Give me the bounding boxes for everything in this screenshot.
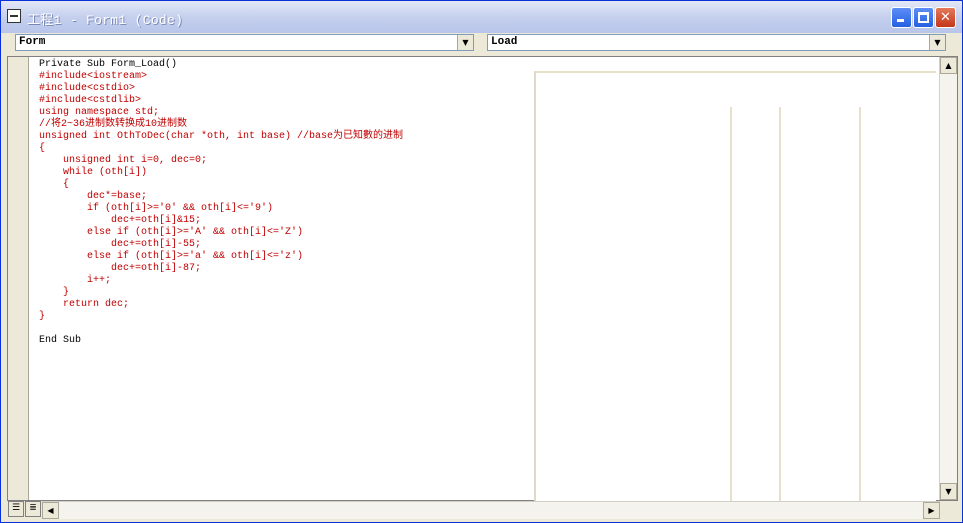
minimize-button[interactable] [891, 7, 912, 28]
code-line[interactable]: while (oth[i]) [39, 167, 403, 179]
code-line[interactable]: return dec; [39, 299, 403, 311]
scroll-right-button[interactable]: ▶ [923, 502, 940, 519]
ghost-artifact [730, 107, 736, 501]
code-line[interactable]: #include<iostream> [39, 71, 403, 83]
code-line[interactable]: } [39, 311, 403, 323]
procedure-combo[interactable]: Load ▼ [487, 34, 946, 51]
maximize-button[interactable] [913, 7, 934, 28]
code-line[interactable]: else if (oth[i]>='A' && oth[i]<='Z') [39, 227, 403, 239]
object-combo[interactable]: Form ▼ [15, 34, 474, 51]
margin-indicator-bar[interactable] [8, 57, 29, 500]
scroll-up-button[interactable]: ▲ [940, 57, 957, 74]
code-line[interactable]: { [39, 143, 403, 155]
chevron-down-icon[interactable]: ▼ [457, 35, 473, 50]
procedure-combo-value: Load [491, 36, 518, 48]
code-editor[interactable]: Private Sub Form_Load() #include<iostream… [7, 56, 958, 503]
code-line[interactable] [39, 323, 403, 335]
ghost-artifact [779, 107, 785, 501]
code-line[interactable]: i++; [39, 275, 403, 287]
code-window: 工程1 - Form1 (Code) ✕ Form ▼ Load ▼ Priva… [0, 0, 963, 523]
object-combo-value: Form [19, 36, 46, 48]
title-bar[interactable]: 工程1 - Form1 (Code) ✕ [1, 1, 962, 33]
scroll-left-button[interactable]: ◀ [42, 502, 59, 519]
chevron-down-icon[interactable]: ▼ [929, 35, 945, 50]
code-line[interactable]: dec+=oth[i]-87; [39, 263, 403, 275]
code-window-icon [7, 9, 21, 23]
code-line[interactable]: dec+=oth[i]&15; [39, 215, 403, 227]
code-line[interactable]: Private Sub Form_Load() [39, 59, 403, 71]
code-line[interactable]: unsigned int OthToDec(char *oth, int bas… [39, 131, 403, 143]
code-line[interactable]: End Sub [39, 335, 403, 347]
code-line[interactable]: } [39, 287, 403, 299]
horizontal-scrollbar[interactable]: ◀ ▶ [42, 501, 940, 519]
close-button[interactable]: ✕ [935, 7, 956, 28]
code-line[interactable]: #include<cstdlib> [39, 95, 403, 107]
code-line[interactable]: if (oth[i]>='0' && oth[i]<='9') [39, 203, 403, 215]
vertical-scrollbar[interactable]: ▲ ▼ [939, 57, 957, 500]
window-title: 工程1 - Form1 (Code) [27, 13, 184, 28]
procedure-view-button[interactable]: ☰ [8, 501, 24, 517]
code-line[interactable]: else if (oth[i]>='a' && oth[i]<='z') [39, 251, 403, 263]
code-line[interactable]: using namespace std; [39, 107, 403, 119]
code-line[interactable]: dec+=oth[i]-55; [39, 239, 403, 251]
scroll-down-button[interactable]: ▼ [940, 483, 957, 500]
code-line[interactable]: #include<cstdio> [39, 83, 403, 95]
code-line[interactable]: //将2~36进制数转换成10进制数 [39, 119, 403, 131]
full-module-view-button[interactable]: ≣ [25, 501, 41, 517]
code-line[interactable]: dec*=base; [39, 191, 403, 203]
ghost-artifact [859, 107, 865, 501]
close-icon: ✕ [940, 10, 951, 25]
code-line[interactable]: { [39, 179, 403, 191]
code-text[interactable]: Private Sub Form_Load() #include<iostream… [39, 59, 403, 347]
code-line[interactable]: unsigned int i=0, dec=0; [39, 155, 403, 167]
